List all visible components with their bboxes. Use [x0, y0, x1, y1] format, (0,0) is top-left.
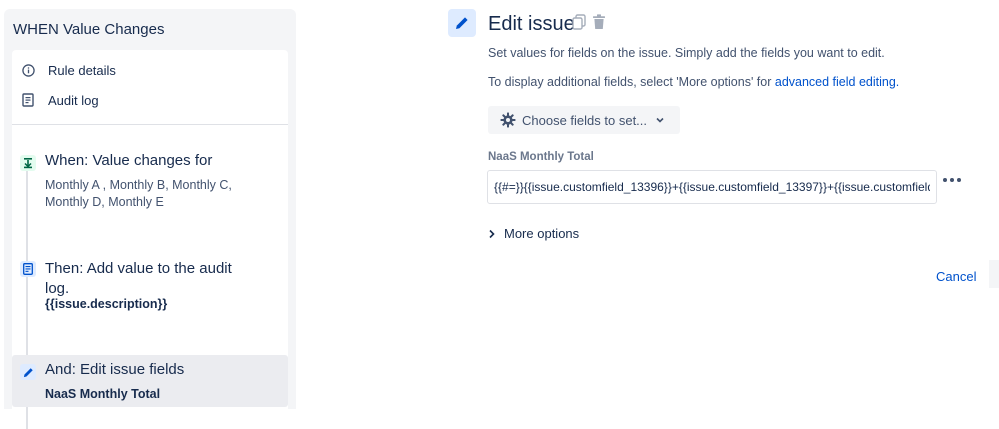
edit-action-value: NaaS Monthly Total [45, 387, 161, 401]
rule-sidebar: WHEN Value Changes Rule details Audit lo… [4, 9, 296, 429]
naas-monthly-total-input[interactable] [487, 170, 937, 204]
copy-icon[interactable] [572, 14, 586, 30]
trigger-icon [20, 155, 36, 171]
menu-item-label: Rule details [48, 62, 116, 78]
edit-issue-action-component[interactable]: And: Edit issue fields NaaS Monthly Tota… [12, 355, 288, 407]
advanced-editing-info: To display additional fields, select 'Mo… [488, 75, 899, 89]
panel-title: Edit issue [488, 13, 575, 35]
audit-action-title: Then: Add value to the audit log. [45, 260, 232, 297]
chevron-right-icon [488, 229, 496, 239]
choose-fields-label: Choose fields to set... [522, 112, 648, 128]
panel-description: Set values for fields on the issue. Simp… [488, 46, 885, 60]
title-tools [572, 14, 606, 30]
save-button-edge [989, 260, 999, 288]
more-actions-icon[interactable] [943, 178, 961, 182]
rule-title: WHEN Value Changes [13, 21, 165, 38]
cancel-button[interactable]: Cancel [930, 266, 982, 286]
advanced-editing-text: To display additional fields, select 'Mo… [488, 75, 775, 89]
edit-icon [20, 364, 36, 380]
document-icon [20, 92, 36, 108]
trigger-fields: Monthly A , Monthly B, Monthly C, Monthl… [45, 178, 232, 209]
advanced-field-editing-link[interactable]: advanced field editing. [775, 75, 899, 89]
trigger-component[interactable]: When: Value changes for Monthly A , Mont… [12, 145, 288, 215]
trigger-title: When: Value changes for [45, 152, 213, 169]
audit-action-value: {{issue.description}} [45, 297, 168, 311]
info-icon [20, 62, 36, 78]
menu-item-label: Audit log [48, 92, 99, 108]
edit-issue-icon [448, 9, 476, 37]
gear-icon [500, 112, 516, 128]
audit-log-action-component[interactable]: Then: Add value to the audit log. {{issu… [12, 253, 288, 313]
more-options-toggle[interactable]: More options [488, 226, 579, 241]
edit-action-title: And: Edit issue fields [45, 361, 185, 378]
chevron-down-icon [655, 115, 665, 125]
menu-item-audit-log[interactable]: Audit log [20, 89, 99, 111]
field-label: NaaS Monthly Total [488, 151, 594, 163]
rule-timeline: When: Value changes for Monthly A , Mont… [12, 125, 288, 429]
more-options-label: More options [504, 226, 580, 241]
audit-icon [20, 261, 36, 277]
trash-icon[interactable] [592, 14, 606, 30]
menu-item-rule-details[interactable]: Rule details [20, 59, 116, 81]
rule-menu: Rule details Audit log [12, 50, 288, 125]
choose-fields-button[interactable]: Choose fields to set... [488, 106, 680, 134]
